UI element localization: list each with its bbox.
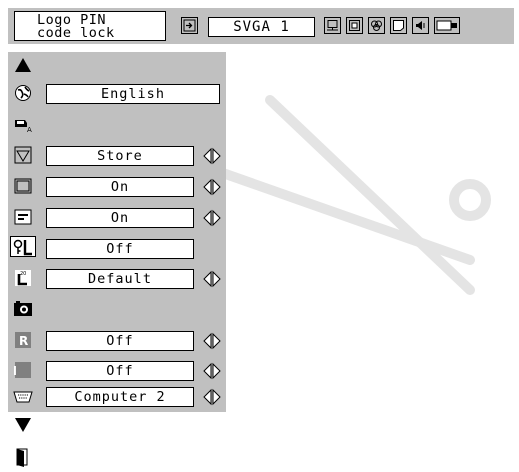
- display-field[interactable]: On: [46, 208, 194, 228]
- left-right-arrows-icon[interactable]: [199, 361, 225, 381]
- setting-menu-panel: English A Store On On Off 20 Default R O…: [8, 52, 226, 412]
- language-field[interactable]: English: [46, 84, 220, 104]
- up-triangle-icon[interactable]: [12, 54, 33, 75]
- globe-icon: [12, 82, 33, 103]
- setting-icon[interactable]: [390, 17, 407, 34]
- left-right-arrows-icon[interactable]: [199, 177, 225, 197]
- input-icon[interactable]: [181, 17, 198, 34]
- keystone-icon: [12, 144, 33, 165]
- logo-icon: 20: [12, 267, 33, 288]
- menu-title: Logo PIN code lock: [14, 11, 166, 41]
- terminal-field[interactable]: Computer 2: [46, 387, 194, 407]
- exit-door-icon[interactable]: [12, 446, 33, 467]
- screen-icon[interactable]: [346, 17, 363, 34]
- auto-setup-icon: A: [12, 113, 33, 134]
- down-triangle-icon[interactable]: [12, 414, 33, 435]
- logo-pin-lock-icon: [10, 236, 36, 257]
- terminal-icon: [12, 386, 33, 407]
- rear-icon: R: [12, 359, 33, 380]
- rear-field[interactable]: Off: [46, 361, 194, 381]
- menu-toolbar: Logo PIN code lock SVGA 1: [8, 8, 514, 44]
- blue-back-icon: [12, 175, 33, 196]
- left-right-arrows-icon[interactable]: [199, 387, 225, 407]
- blue-back-field[interactable]: On: [46, 177, 194, 197]
- left-right-arrows-icon[interactable]: [199, 208, 225, 228]
- display-icon: [12, 206, 33, 227]
- svg-text:R: R: [14, 364, 17, 378]
- svg-text:R: R: [19, 334, 28, 348]
- sound-icon[interactable]: [412, 17, 429, 34]
- logo-field[interactable]: Default: [46, 269, 194, 289]
- left-right-arrows-icon[interactable]: [199, 331, 225, 351]
- ceiling-icon: R: [12, 329, 33, 350]
- pc-adjust-icon[interactable]: [324, 17, 341, 34]
- svg-text:A: A: [27, 126, 32, 133]
- image-select-icon[interactable]: [368, 17, 385, 34]
- keystone-field[interactable]: Store: [46, 146, 194, 166]
- logo-pin-lock-field[interactable]: Off: [46, 239, 194, 259]
- svg-text:20: 20: [20, 271, 26, 277]
- left-right-arrows-icon[interactable]: [199, 146, 225, 166]
- signal-mode-display: SVGA 1: [208, 17, 315, 37]
- menu-title-line2: code lock: [37, 25, 115, 41]
- exit-icon[interactable]: [434, 17, 460, 34]
- left-right-arrows-icon[interactable]: [199, 269, 225, 289]
- capture-icon: [12, 298, 33, 319]
- ceiling-field[interactable]: Off: [46, 331, 194, 351]
